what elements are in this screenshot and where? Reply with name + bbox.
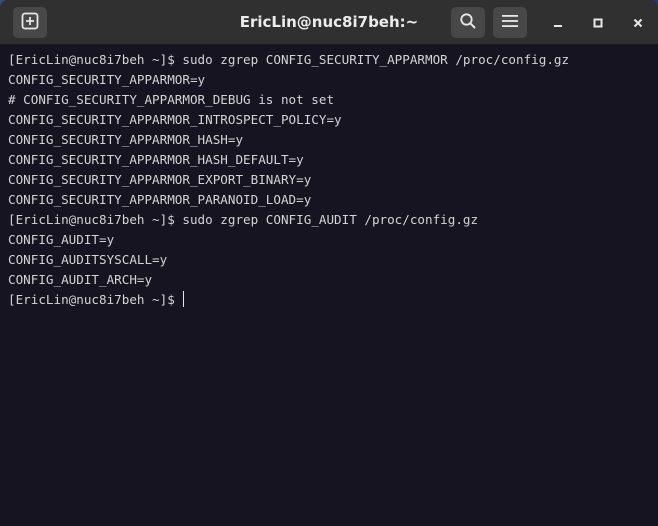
search-icon [459,12,477,34]
maximize-button[interactable] [587,12,609,34]
plus-square-icon [21,12,39,34]
terminal-line: [EricLin@nuc8i7beh ~]$ sudo zgrep CONFIG… [8,52,570,67]
terminal-line: CONFIG_AUDIT=y [8,232,115,247]
terminal-line: CONFIG_AUDIT_ARCH=y [8,272,153,287]
text-cursor [182,291,184,307]
new-tab-button[interactable] [13,7,47,38]
terminal-line: CONFIG_SECURITY_APPARMOR_EXPORT_BINARY=y [8,172,312,187]
terminal-line: CONFIG_SECURITY_APPARMOR_PARANOID_LOAD=y [8,192,312,207]
terminal-output[interactable]: [EricLin@nuc8i7beh ~]$ sudo zgrep CONFIG… [6,46,658,526]
terminal-line: # CONFIG_SECURITY_APPARMOR_DEBUG is not … [8,92,335,107]
hamburger-menu-icon [502,13,518,32]
terminal-line: CONFIG_SECURITY_APPARMOR_HASH_DEFAULT=y [8,152,304,167]
shell-prompt: [EricLin@nuc8i7beh ~]$ [8,292,175,307]
maximize-icon [592,14,604,33]
prompt-line[interactable]: [EricLin@nuc8i7beh ~]$ [8,290,658,310]
menu-button[interactable] [493,7,527,38]
terminal-line: CONFIG_SECURITY_APPARMOR_INTROSPECT_POLI… [8,112,342,127]
terminal-line: CONFIG_AUDITSYSCALL=y [8,252,168,267]
terminal-line: [EricLin@nuc8i7beh ~]$ sudo zgrep CONFIG… [8,212,479,227]
close-icon [632,14,644,33]
terminal-line: CONFIG_SECURITY_APPARMOR=y [8,72,206,87]
close-button[interactable] [627,12,649,34]
minimize-icon [552,14,564,33]
minimize-button[interactable] [547,12,569,34]
terminal-window: EricLin@nuc8i7beh:~ [EricLin@nuc8i7beh ~… [0,0,658,526]
search-button[interactable] [451,7,485,38]
header-bar: EricLin@nuc8i7beh:~ [0,0,658,45]
terminal-line: CONFIG_SECURITY_APPARMOR_HASH=y [8,132,244,147]
